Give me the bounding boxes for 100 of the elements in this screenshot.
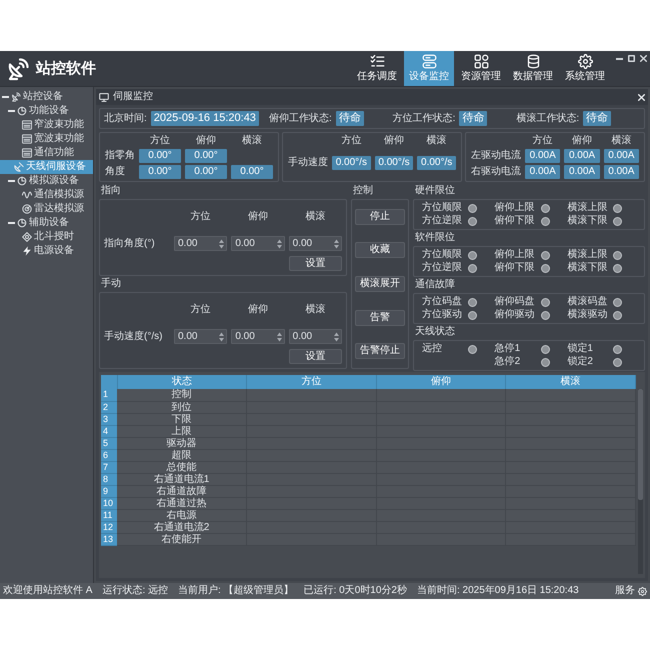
spin-box[interactable]: 0.00	[174, 329, 228, 344]
spin-box[interactable]: 0.00	[288, 236, 342, 251]
tree-item[interactable]: 北斗授时	[0, 230, 93, 244]
panel-title: 伺服监控	[113, 91, 153, 103]
column-header: 方位	[532, 135, 554, 147]
spin-arrows-icon[interactable]	[219, 332, 224, 342]
row-number: 2	[101, 401, 117, 413]
spin-box[interactable]: 0.00	[231, 329, 285, 344]
row-number: 5	[101, 437, 117, 449]
tree-item[interactable]: 功能设备	[0, 104, 93, 118]
indicator-label: 横滚驱动	[567, 309, 608, 321]
tree-item[interactable]: 通信模拟源	[0, 188, 93, 202]
close-icon[interactable]	[640, 55, 647, 62]
app-title: 站控软件	[36, 60, 96, 78]
tree-item[interactable]: 站控设备	[0, 90, 93, 104]
indicator-label: 锁定2	[567, 356, 594, 368]
table-cell: 右电源	[117, 509, 247, 521]
close-icon[interactable]	[638, 94, 645, 100]
minimize-icon[interactable]	[616, 58, 623, 60]
checklist-icon	[370, 54, 384, 69]
indicator-label: 方位顺限	[422, 202, 463, 214]
nav-button[interactable]: 系统管理	[560, 51, 610, 86]
scrollbar-thumb[interactable]	[638, 389, 643, 500]
gear-icon[interactable]	[638, 586, 647, 596]
column-header: 方位	[190, 304, 212, 316]
grid-icon	[474, 54, 488, 69]
row-label: 角度	[105, 166, 126, 178]
indicator-label: 方位顺限	[422, 249, 463, 261]
column-header: 横滚	[426, 135, 448, 147]
tree-item[interactable]: 模拟源设备	[0, 174, 93, 188]
column-header: 横滚	[610, 135, 632, 147]
indicator-label: 俯仰上限	[494, 202, 536, 214]
table-cell: 右通道过热	[117, 497, 247, 509]
server-icon	[422, 54, 436, 69]
monitor-icon	[99, 92, 109, 102]
maximize-icon[interactable]	[628, 55, 635, 62]
nav-button[interactable]: 资源管理	[456, 51, 506, 86]
value-display: 0.00°	[139, 149, 181, 163]
value-display: 0.00°	[231, 165, 273, 179]
row-number: 9	[101, 485, 117, 497]
column-header: 俯仰	[246, 304, 269, 316]
spin-arrows-icon[interactable]	[334, 238, 339, 248]
value-display: 0.00A	[525, 149, 560, 163]
spin-arrows-icon[interactable]	[276, 332, 282, 342]
set-button[interactable]: 设置	[288, 349, 342, 364]
spin-box[interactable]: 0.00	[288, 329, 342, 344]
nav-button[interactable]: 任务调度	[352, 51, 402, 86]
section-title: 软件限位	[414, 232, 455, 244]
row-number: 10	[101, 497, 117, 509]
window-icon	[22, 120, 32, 130]
satellite-dish-icon	[11, 92, 21, 102]
nav-button[interactable]: 数据管理	[508, 51, 558, 86]
control-button[interactable]: 告警	[355, 310, 405, 326]
row-number: 8	[101, 473, 117, 485]
spin-arrows-icon[interactable]	[334, 332, 339, 342]
control-button[interactable]: 收藏	[355, 242, 405, 258]
value-display: 0.00°/s	[332, 156, 371, 170]
indicator-label: 方位码盘	[422, 296, 463, 308]
tree-item[interactable]: 宽波束功能	[0, 132, 93, 146]
row-label: 手动速度	[288, 157, 328, 169]
row-number: 11	[101, 509, 117, 521]
value-display: 0.00°	[139, 165, 181, 179]
spin-box[interactable]: 0.00	[231, 236, 285, 251]
indicator-label: 远控	[422, 343, 443, 355]
value-display: 0.00A	[564, 165, 600, 179]
tree-item[interactable]: 窄波束功能	[0, 118, 93, 132]
control-button[interactable]: 横滚展开	[355, 276, 405, 292]
time-display: 2025-09-16 15:20:43	[150, 111, 259, 126]
tree-item[interactable]: 辅助设备	[0, 216, 93, 230]
status-text: 服务	[615, 585, 635, 597]
indicator-label: 俯仰上限	[494, 249, 536, 261]
control-button[interactable]: 告警停止	[355, 343, 405, 360]
indicator-label: 锁定1	[567, 343, 594, 355]
spin-box[interactable]: 0.00	[174, 236, 228, 251]
row-label: 指零角	[105, 150, 135, 162]
row-number: 12	[101, 521, 117, 533]
gear-icon	[578, 54, 592, 69]
status-text: 欢迎使用站控软件 A	[3, 585, 92, 597]
indicator-label: 急停1	[494, 343, 522, 355]
set-button[interactable]: 设置	[288, 256, 342, 271]
tree-item[interactable]: 雷达模拟源	[0, 202, 93, 216]
indicator-label: 俯仰码盘	[494, 296, 536, 308]
value-display: 0.00A	[604, 149, 639, 163]
status-text: 当前用户: 【超级管理员】	[178, 585, 294, 597]
section-title: 控制	[352, 185, 373, 197]
spin-arrows-icon[interactable]	[276, 238, 282, 248]
column-header: 俯仰	[246, 210, 269, 222]
control-button[interactable]: 停止	[355, 208, 405, 225]
indicator-label: 急停2	[494, 356, 522, 368]
status-value: 待命	[459, 111, 488, 126]
row-number: 1	[101, 389, 117, 401]
tree-item[interactable]: 通信功能	[0, 146, 93, 160]
field-label: 横滚工作状态:	[516, 112, 580, 124]
value-display: 0.00A	[604, 165, 639, 179]
value-display: 0.00A	[525, 165, 560, 179]
indicator-label: 横滚下限	[567, 262, 608, 274]
tree-item[interactable]: 电源设备	[0, 244, 93, 258]
spin-arrows-icon[interactable]	[219, 238, 224, 248]
column-header: 方位	[149, 135, 171, 147]
value-display: 0.00°/s	[417, 156, 456, 170]
